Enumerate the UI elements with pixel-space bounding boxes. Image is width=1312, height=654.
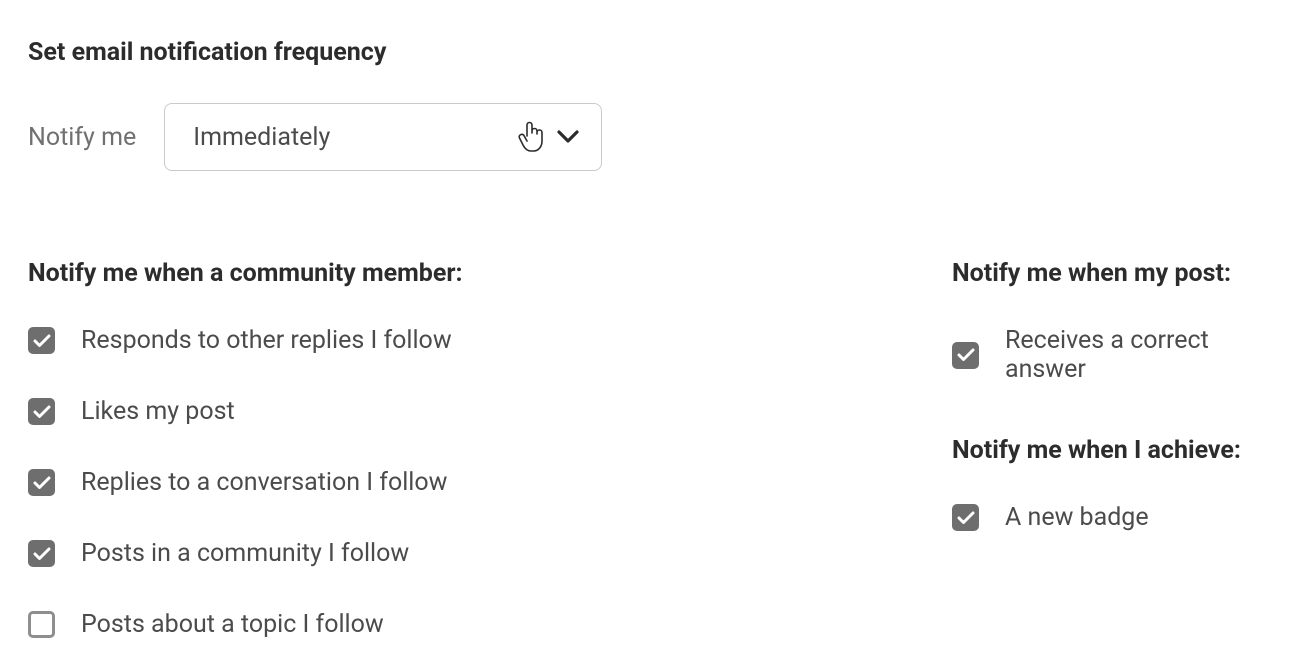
checkbox-row-replies: Replies to a conversation I follow: [28, 468, 912, 497]
checkbox-label-responds: Responds to other replies I follow: [81, 326, 452, 355]
dropdown-right: [517, 119, 579, 155]
chevron-down-icon: [557, 130, 579, 144]
checkbox-label-correct-answer: Receives a correct answer: [1005, 326, 1284, 384]
checkbox-posts-community[interactable]: [28, 540, 55, 567]
checkbox-label-new-badge: A new badge: [1005, 503, 1149, 532]
checkmark-icon: [957, 348, 975, 362]
right-column: Notify me when my post: Receives a corre…: [952, 259, 1284, 639]
checkbox-likes[interactable]: [28, 398, 55, 425]
frequency-title: Set email notification frequency: [28, 38, 1284, 67]
checkbox-row-likes: Likes my post: [28, 397, 912, 426]
frequency-row: Notify me Immediately: [28, 103, 1284, 171]
left-column: Notify me when a community member: Respo…: [28, 259, 912, 639]
checkbox-row-posts-community: Posts in a community I follow: [28, 539, 912, 568]
notify-me-label: Notify me: [28, 123, 136, 152]
checkbox-label-posts-topic: Posts about a topic I follow: [81, 610, 384, 639]
checkbox-replies[interactable]: [28, 469, 55, 496]
checkmark-icon: [33, 334, 51, 348]
checkbox-correct-answer[interactable]: [952, 342, 979, 369]
checkbox-row-responds: Responds to other replies I follow: [28, 326, 912, 355]
checkmark-icon: [33, 547, 51, 561]
checkbox-row-posts-topic: Posts about a topic I follow: [28, 610, 912, 639]
checkbox-label-replies: Replies to a conversation I follow: [81, 468, 447, 497]
checkmark-icon: [957, 511, 975, 525]
checkbox-posts-topic[interactable]: [28, 611, 55, 638]
my-post-heading: Notify me when my post:: [952, 259, 1284, 288]
frequency-dropdown[interactable]: Immediately: [164, 103, 602, 171]
checkbox-label-likes: Likes my post: [81, 397, 235, 426]
pointer-cursor-icon: [517, 119, 547, 155]
checkbox-label-posts-community: Posts in a community I follow: [81, 539, 409, 568]
checkmark-icon: [33, 476, 51, 490]
community-member-heading: Notify me when a community member:: [28, 259, 912, 288]
achieve-heading: Notify me when I achieve:: [952, 436, 1284, 465]
notification-columns: Notify me when a community member: Respo…: [28, 259, 1284, 639]
checkbox-row-new-badge: A new badge: [952, 503, 1284, 532]
frequency-dropdown-value: Immediately: [193, 123, 330, 152]
checkmark-icon: [33, 405, 51, 419]
checkbox-row-correct-answer: Receives a correct answer: [952, 326, 1284, 384]
checkbox-responds[interactable]: [28, 327, 55, 354]
checkbox-new-badge[interactable]: [952, 504, 979, 531]
